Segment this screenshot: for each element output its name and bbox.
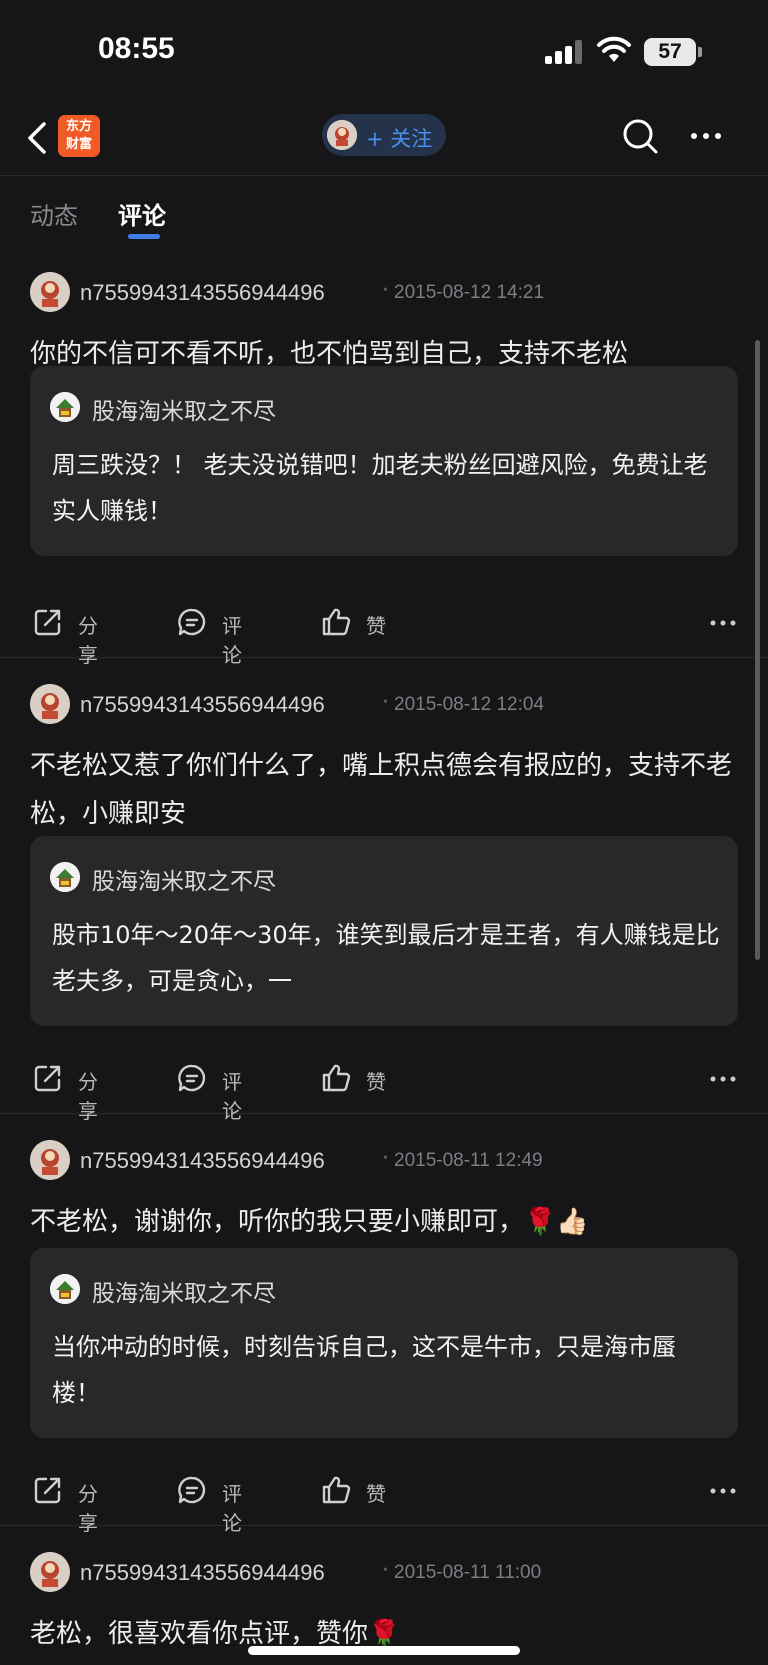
quote-text: 当你冲动的时候，时刻告诉自己，这不是牛市，只是海市蜃楼！ [52, 1333, 676, 1407]
user-avatar[interactable] [30, 1552, 70, 1592]
quote-text: 股市10年～20年～30年，谁笑到最后才是王者，有人赚钱是比老夫多，可是贪心，一 [52, 921, 720, 995]
status-time: 08:55 [98, 32, 175, 65]
comment-item: n7559943143556944496 · 2015-08-12 12:04 … [0, 658, 768, 1123]
quote-avatar [50, 862, 80, 892]
quoted-post-card[interactable]: 股海淘米取之不尽 股市10年～20年～30年，谁笑到最后才是王者，有人赚钱是比老… [30, 836, 738, 1026]
fortune-avatar-icon [30, 272, 70, 312]
like-icon [322, 608, 351, 636]
follow-label: + 关注 [366, 127, 433, 151]
timestamp: 2015-08-11 11:00 [394, 1562, 542, 1583]
timestamp: 2015-08-12 14:21 [394, 282, 545, 303]
more-icon[interactable] [686, 116, 726, 156]
fortune-avatar-icon [30, 1140, 70, 1180]
scrollbar[interactable] [755, 340, 760, 960]
quote-author[interactable]: 股海淘米取之不尽 [92, 862, 276, 896]
comment-icon [178, 608, 206, 636]
comment-feed: n7559943143556944496 · 2015-08-12 14:21 … [0, 246, 768, 1665]
cellular-signal-icon [545, 40, 583, 64]
more-options-icon[interactable] [708, 1064, 738, 1094]
logo-line1: 东方 [65, 119, 92, 134]
battery-tip [698, 47, 702, 57]
follow-button[interactable]: + 关注 [322, 114, 446, 156]
house-avatar-icon [50, 862, 80, 892]
app-logo: 东方 财富 [58, 115, 100, 157]
action-bar: 分享 评论 赞 [30, 602, 738, 667]
home-indicator[interactable] [248, 1646, 520, 1655]
user-avatar[interactable] [30, 684, 70, 724]
comment-header: n7559943143556944496 · 2015-08-12 12:04 [30, 684, 750, 724]
wifi-icon [597, 36, 631, 62]
tab-pinglun[interactable]: 评论 [118, 196, 166, 231]
search-icon[interactable] [620, 116, 660, 156]
comment-header: n7559943143556944496 · 2015-08-11 12:49 [30, 1140, 750, 1180]
logo-line2: 财富 [65, 137, 92, 152]
nav-bar: 东方 财富 + 关注 [0, 100, 768, 176]
back-icon[interactable] [22, 118, 52, 158]
comment-item: n7559943143556944496 · 2015-08-12 14:21 … [0, 246, 768, 667]
tab-bar: 动态 评论 [0, 190, 768, 246]
username[interactable]: n7559943143556944496 [80, 1148, 325, 1174]
comment-icon [178, 1064, 206, 1092]
comment-item: n7559943143556944496 · 2015-08-11 12:49 … [0, 1114, 768, 1535]
quote-author[interactable]: 股海淘米取之不尽 [92, 1274, 276, 1308]
comment-text: 不老松又惹了你们什么了，嘴上积点德会有报应的，支持不老松，小赚即安 [30, 751, 733, 829]
fortune-avatar-icon [30, 684, 70, 724]
battery-indicator: 57 [644, 38, 696, 66]
timestamp: 2015-08-11 12:49 [394, 1150, 543, 1171]
active-tab-indicator [128, 234, 160, 239]
share-icon [34, 1477, 61, 1504]
timestamp: 2015-08-12 12:04 [394, 694, 545, 715]
status-bar: 08:55 57 [0, 0, 768, 100]
comment-item: n7559943143556944496 · 2015-08-11 11:00 … [0, 1526, 768, 1665]
share-icon [34, 1065, 61, 1092]
quote-author[interactable]: 股海淘米取之不尽 [92, 392, 276, 426]
quote-avatar [50, 1274, 80, 1304]
tab-dongtai[interactable]: 动态 [30, 196, 78, 231]
like-label: 赞 [366, 1070, 386, 1094]
username[interactable]: n7559943143556944496 [80, 692, 325, 718]
separator-dot: · [382, 1146, 389, 1171]
comment-header: n7559943143556944496 · 2015-08-12 14:21 [30, 272, 750, 312]
quote-avatar [50, 392, 80, 422]
quote-text: 周三跌没？！ 老夫没说错吧！加老夫粉丝回避风险，免费让老实人赚钱！ [52, 451, 708, 525]
quoted-post-card[interactable]: 股海淘米取之不尽 当你冲动的时候，时刻告诉自己，这不是牛市，只是海市蜃楼！ [30, 1248, 738, 1438]
username[interactable]: n7559943143556944496 [80, 280, 325, 306]
username[interactable]: n7559943143556944496 [80, 1560, 325, 1586]
like-label: 赞 [366, 1482, 386, 1506]
house-avatar-icon [50, 392, 80, 422]
more-options-icon[interactable] [708, 1476, 738, 1506]
comment-header: n7559943143556944496 · 2015-08-11 11:00 [30, 1552, 750, 1592]
comment-text: 不老松，谢谢你，听你的我只要小赚即可，🌹👍🏻 [30, 1207, 589, 1237]
like-icon [322, 1476, 351, 1504]
fortune-avatar-icon [327, 120, 357, 150]
share-icon [34, 609, 61, 636]
quoted-post-card[interactable]: 股海淘米取之不尽 周三跌没？！ 老夫没说错吧！加老夫粉丝回避风险，免费让老实人赚… [30, 366, 738, 556]
separator-dot: · [382, 690, 389, 715]
more-options-icon[interactable] [708, 608, 738, 638]
comment-icon [178, 1476, 206, 1504]
like-icon [322, 1064, 351, 1092]
avatar [327, 120, 357, 150]
house-avatar-icon [50, 1274, 80, 1304]
action-bar: 分享 评论 赞 [30, 1058, 738, 1123]
action-bar: 分享 评论 赞 [30, 1470, 738, 1535]
fortune-avatar-icon [30, 1552, 70, 1592]
separator-dot: · [382, 278, 389, 303]
like-label: 赞 [366, 614, 386, 638]
separator-dot: · [382, 1558, 389, 1583]
user-avatar[interactable] [30, 272, 70, 312]
user-avatar[interactable] [30, 1140, 70, 1180]
